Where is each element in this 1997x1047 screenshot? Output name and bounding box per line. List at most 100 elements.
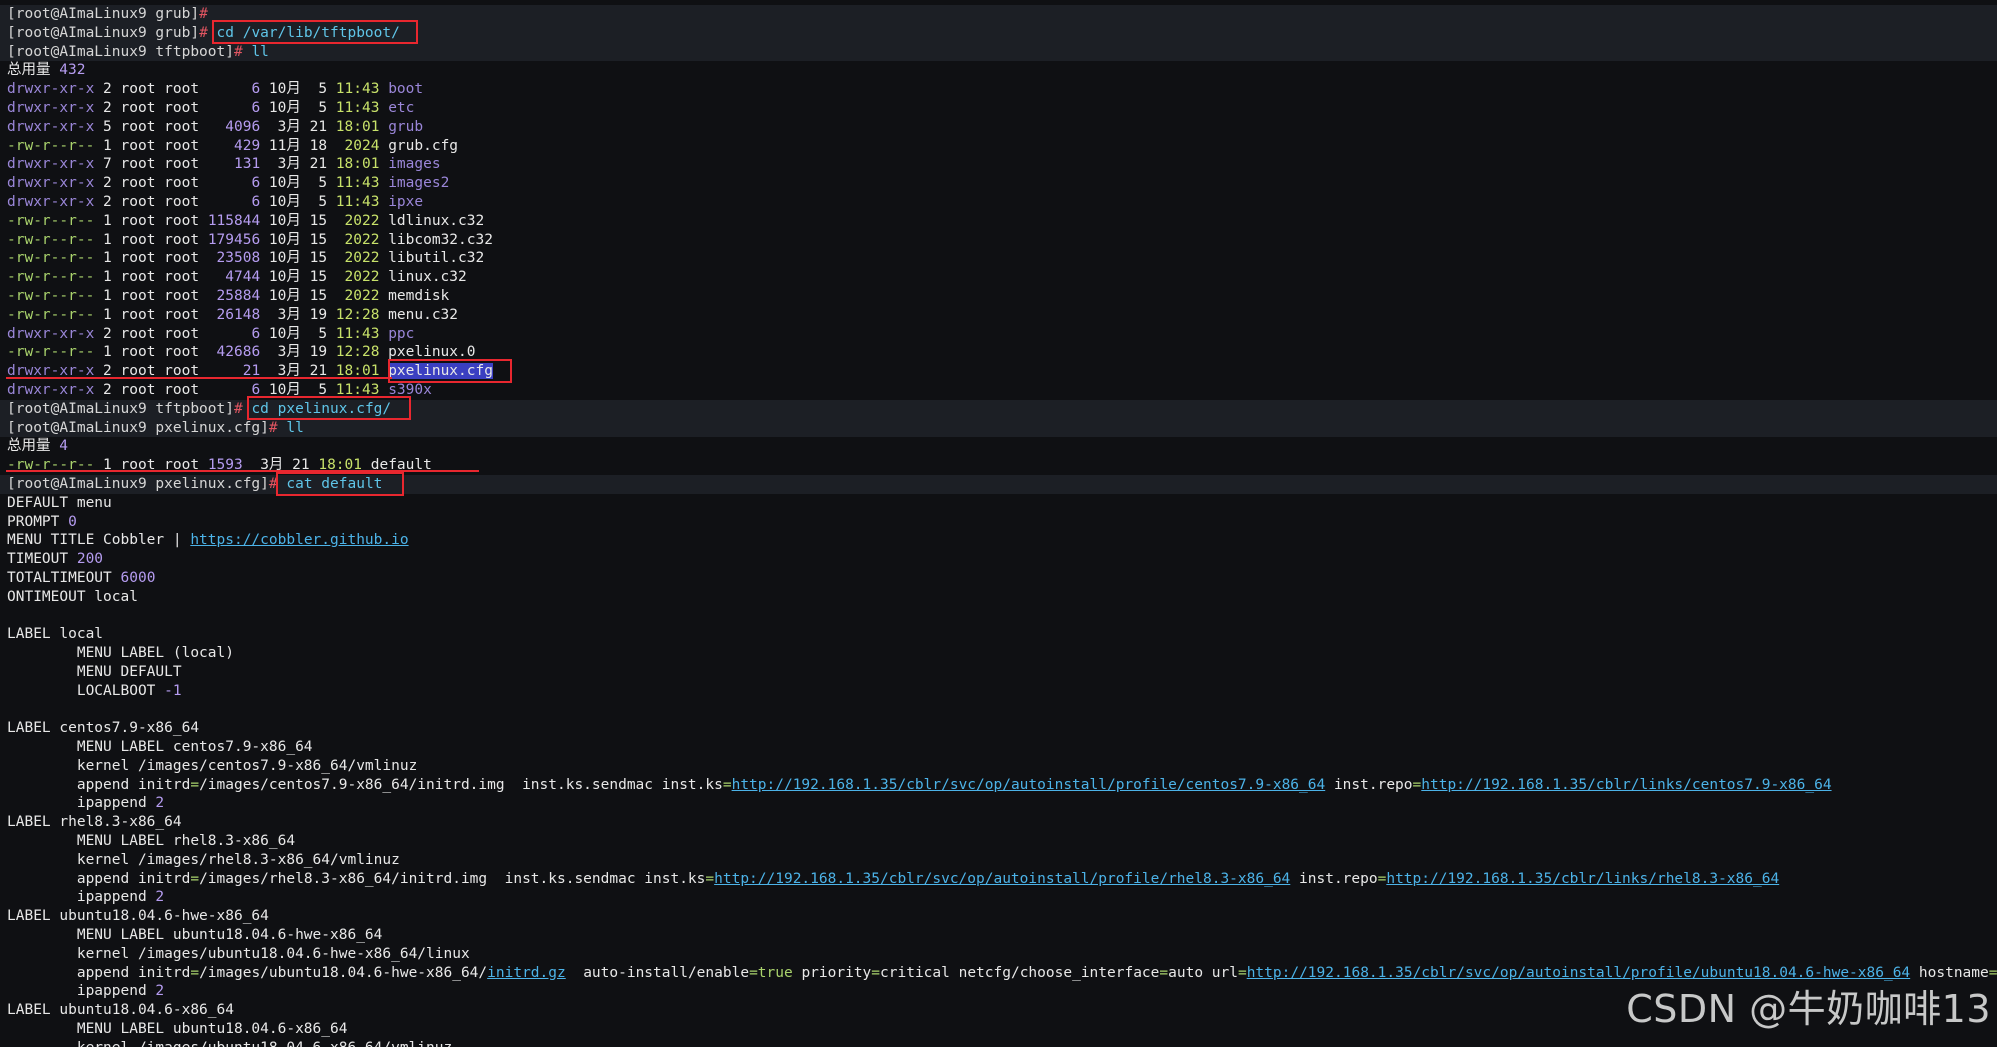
output-line: MENU DEFAULT bbox=[7, 663, 1997, 682]
permissions-file: -rw-r--r-- bbox=[7, 306, 95, 323]
output-text: 10月 15 bbox=[260, 250, 345, 267]
url-link[interactable]: initrd.gz bbox=[487, 965, 566, 981]
output-line: -rw-r--r-- 1 root root 23508 10月 15 2022… bbox=[7, 249, 1997, 268]
output-line: 总用量 432 bbox=[7, 61, 1997, 80]
output-line: LOCALBOOT -1 bbox=[7, 682, 1997, 701]
url-link[interactable]: http://192.168.1.35/cblr/svc/op/autoinst… bbox=[732, 777, 1326, 793]
output-text: ipappend bbox=[7, 983, 156, 1000]
output-text: 3月 19 bbox=[260, 344, 336, 361]
output-text: auto url bbox=[1168, 964, 1238, 981]
prompt-text: [root@AImaLinux9 pxelinux.cfg] bbox=[7, 419, 269, 436]
directory-name: images bbox=[388, 156, 441, 173]
time-value: 11:43 bbox=[335, 325, 380, 342]
number-value: 432 bbox=[59, 62, 86, 79]
output-text: 2 root root bbox=[94, 175, 252, 192]
time-value: 11:43 bbox=[335, 175, 380, 192]
directory-name: etc bbox=[388, 99, 415, 116]
output-line: drwxr-xr-x 5 root root 4096 3月 21 18:01 … bbox=[7, 118, 1997, 137]
output-text: 3月 21 bbox=[242, 457, 319, 474]
number-value: 2 bbox=[155, 889, 165, 906]
equals-sign: = bbox=[1237, 964, 1247, 981]
year-value: 2022 bbox=[344, 250, 380, 267]
permissions-dir: drwxr-xr-x bbox=[7, 193, 95, 210]
number-value: 42686 bbox=[216, 344, 261, 361]
equals-sign: = bbox=[871, 964, 881, 981]
output-text: priority bbox=[792, 964, 872, 981]
output-line: -rw-r--r-- 1 root root 179456 10月 15 202… bbox=[7, 231, 1997, 250]
url-link[interactable]: http://192.168.1.35/cblr/links/centos7.9… bbox=[1421, 777, 1831, 793]
permissions-dir: drwxr-xr-x bbox=[7, 118, 95, 135]
permissions-dir: drwxr-xr-x bbox=[7, 81, 95, 98]
time-value: 18:01 bbox=[335, 156, 380, 173]
output-text: ipappend bbox=[7, 889, 156, 906]
url-link[interactable]: http://192.168.1.35/cblr/svc/op/autoinst… bbox=[714, 871, 1290, 887]
number-value: 4096 bbox=[225, 118, 261, 135]
output-text: 5 root root bbox=[94, 118, 226, 135]
output-text: /images/centos7.9-x86_64/initrd.img inst… bbox=[199, 776, 723, 793]
output-text: linux.c32 bbox=[379, 269, 467, 286]
output-text: 10月 15 bbox=[260, 269, 345, 286]
output-line: drwxr-xr-x 2 root root 6 10月 5 11:43 s39… bbox=[7, 381, 1997, 400]
output-line: drwxr-xr-x 2 root root 21 3月 21 18:01 px… bbox=[7, 362, 1997, 381]
output-line: kernel /images/centos7.9-x86_64/vmlinuz bbox=[7, 757, 1997, 776]
output-text: kernel /images/rhel8.3-x86_64/vmlinuz bbox=[7, 851, 400, 868]
watermark: CSDN @牛奶咖啡13 bbox=[1626, 987, 1991, 1031]
output-text: MENU LABEL ubuntu18.04.6-hwe-x86_64 bbox=[7, 927, 383, 944]
prompt-text: [root@AImaLinux9 tftpboot] bbox=[7, 400, 234, 417]
permissions-dir: drwxr-xr-x bbox=[7, 175, 95, 192]
output-text: LABEL local bbox=[7, 626, 104, 643]
output-text: 2 root root bbox=[94, 99, 252, 116]
output-text: kernel /images/ubuntu18.04.6-hwe-x86_64/… bbox=[7, 945, 470, 962]
prompt-line: [root@AImaLinux9 tftpboot]# cd pxelinux.… bbox=[0, 399, 1997, 419]
output-text: 11月 18 bbox=[260, 137, 345, 154]
number-value: 2 bbox=[155, 983, 165, 1000]
year-value: 2022 bbox=[344, 287, 380, 304]
number-value: 131 bbox=[234, 156, 261, 173]
time-value: 11:43 bbox=[335, 81, 380, 98]
output-line: 总用量 4 bbox=[7, 437, 1997, 456]
output-line: LABEL rhel8.3-x86_64 bbox=[7, 813, 1997, 832]
output-line: append initrd=/images/centos7.9-x86_64/i… bbox=[7, 776, 1997, 795]
output-text: MENU LABEL centos7.9-x86_64 bbox=[7, 739, 313, 756]
directory-name: ppc bbox=[388, 325, 415, 342]
url-link[interactable]: https://cobbler.github.io bbox=[190, 532, 408, 548]
equals-sign: = bbox=[1159, 964, 1169, 981]
command-text: cd /var/lib/tftpboot/ bbox=[216, 24, 400, 41]
url-link[interactable]: http://192.168.1.35/cblr/links/rhel8.3-x… bbox=[1386, 871, 1779, 887]
output-text: 10月 15 bbox=[260, 231, 345, 248]
selected-text: pxelinux.cfg bbox=[388, 363, 493, 380]
output-text: /images/ubuntu18.04.6-hwe-x86_64/ bbox=[199, 964, 488, 981]
output-text: 1 root root bbox=[94, 231, 208, 248]
output-text: 10月 5 bbox=[260, 99, 336, 116]
output-text: 2 root root bbox=[94, 325, 252, 342]
output-text: PROMPT bbox=[7, 513, 69, 530]
output-line: append initrd=/images/rhel8.3-x86_64/ini… bbox=[7, 870, 1997, 889]
output-line: drwxr-xr-x 2 root root 6 10月 5 11:43 ipx… bbox=[7, 193, 1997, 212]
output-text: 10月 5 bbox=[260, 325, 336, 342]
output-text: 总用量 bbox=[7, 438, 60, 455]
output-text: memdisk bbox=[379, 287, 450, 304]
output-text: LABEL ubuntu18.04.6-x86_64 bbox=[7, 1002, 234, 1019]
permissions-dir: drwxr-xr-x bbox=[7, 363, 95, 380]
directory-name: ipxe bbox=[388, 193, 424, 210]
time-value: 18:01 bbox=[335, 363, 380, 380]
output-text: TIMEOUT bbox=[7, 551, 77, 568]
output-line: drwxr-xr-x 2 root root 6 10月 5 11:43 ppc bbox=[7, 325, 1997, 344]
output-text: 7 root root bbox=[94, 156, 234, 173]
number-value: 0 bbox=[68, 513, 77, 530]
terminal-window[interactable]: [root@AImaLinux9 grub]# [root@AImaLinux9 … bbox=[0, 0, 1997, 1047]
output-text: 1 root root bbox=[94, 457, 208, 474]
output-line: MENU LABEL ubuntu18.04.6-hwe-x86_64 bbox=[7, 926, 1997, 945]
output-text: 10月 15 bbox=[260, 212, 345, 229]
output-text: append initrd bbox=[7, 776, 191, 793]
output-text: /images/rhel8.3-x86_64/initrd.img inst.k… bbox=[199, 870, 706, 887]
output-text: ipappend bbox=[7, 795, 156, 812]
output-text: MENU LABEL (local) bbox=[7, 645, 234, 662]
output-text: 3月 19 bbox=[260, 306, 336, 323]
command-text: ll bbox=[251, 43, 269, 60]
number-value: 6 bbox=[251, 99, 261, 116]
